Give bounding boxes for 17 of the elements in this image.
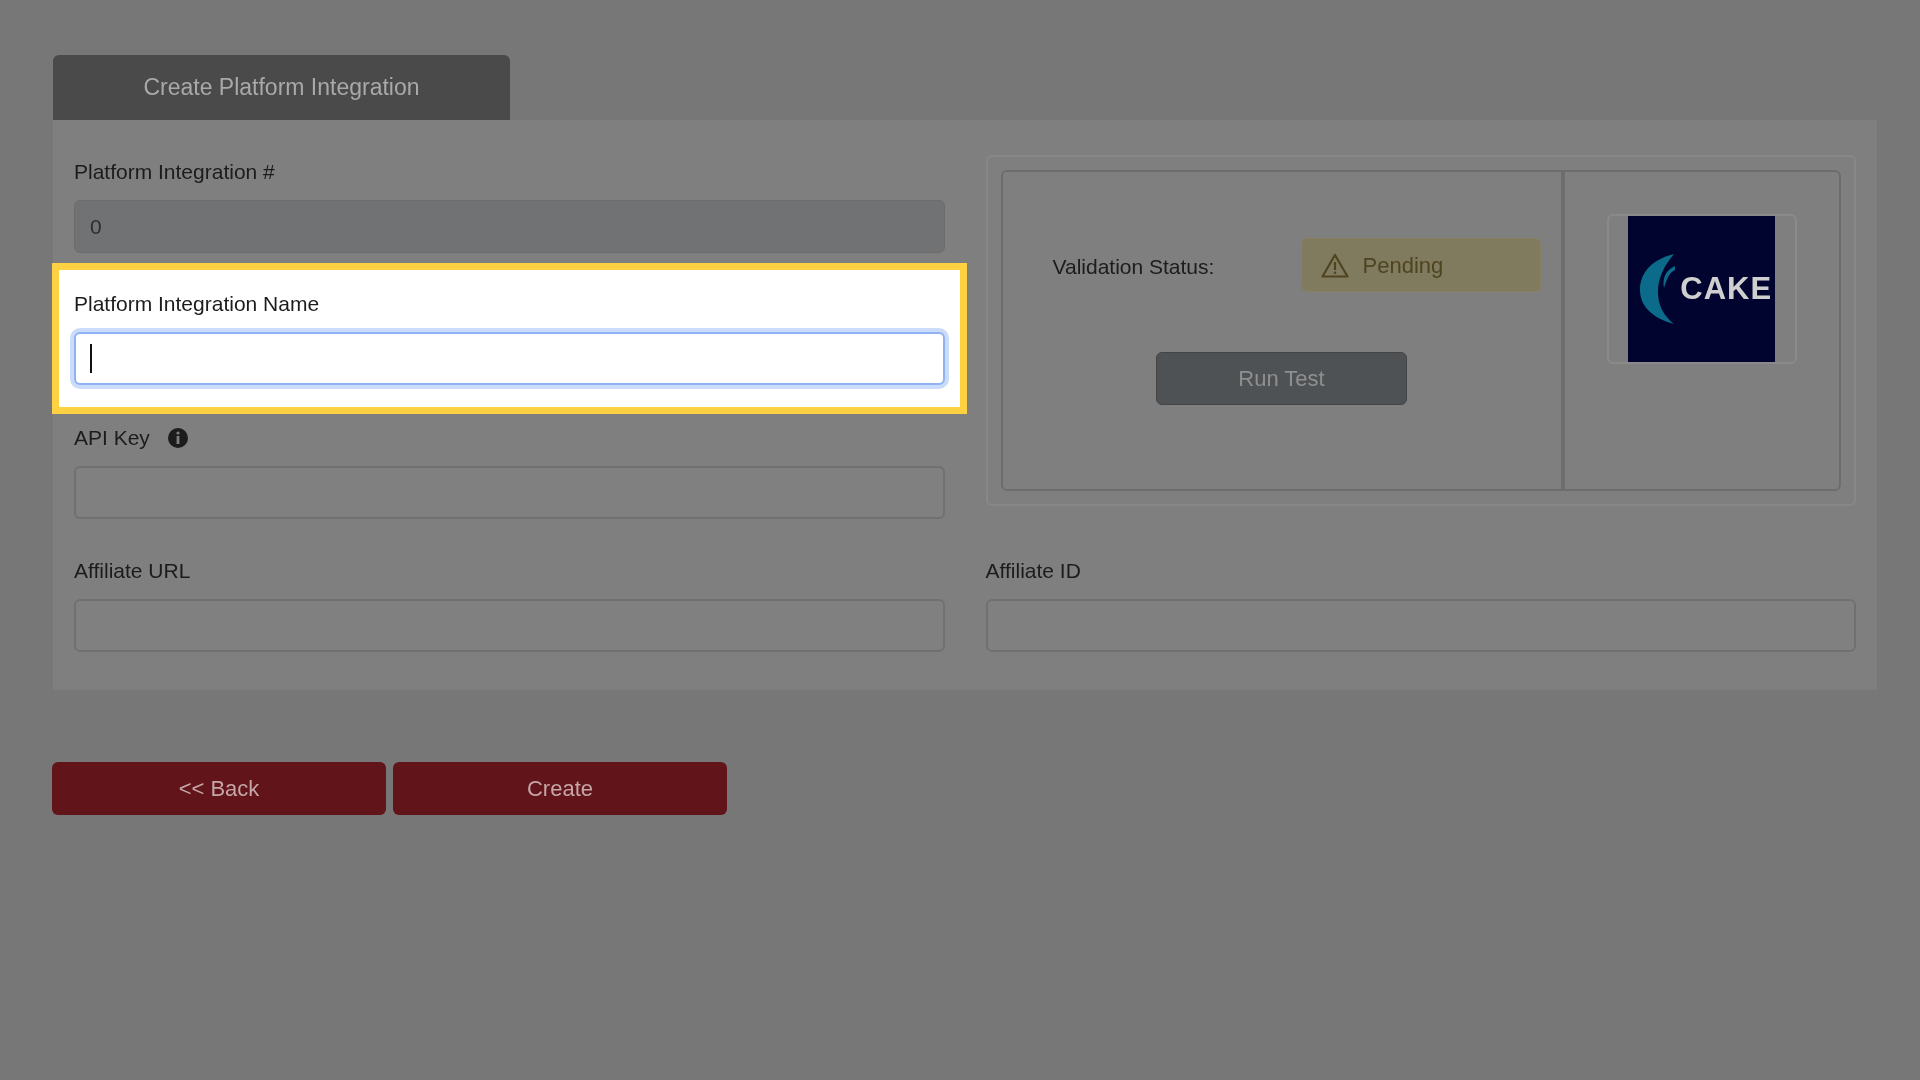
validation-label: Validation Status: [1052,254,1216,280]
logo-text: CAKE [1680,269,1773,308]
field-label: API Key [74,425,150,452]
run-test-button[interactable]: Run Test [1156,352,1407,405]
field-label: Affiliate URL [74,558,191,585]
text-cursor [90,344,92,373]
warning-icon [1320,252,1349,278]
info-icon[interactable] [167,428,188,448]
field-label: Platform Integration # [74,159,275,186]
field-label: Platform Integration Name [74,291,320,318]
back-button[interactable]: << Back [52,762,386,815]
status-badge: Pending [1300,238,1541,292]
text-field[interactable] [74,332,945,385]
field-label: Affiliate ID [985,558,1081,585]
create-button[interactable]: Create [393,762,727,815]
logo-mark-icon [1638,252,1677,326]
create-tab[interactable]: Create Platform Integration [53,55,510,120]
